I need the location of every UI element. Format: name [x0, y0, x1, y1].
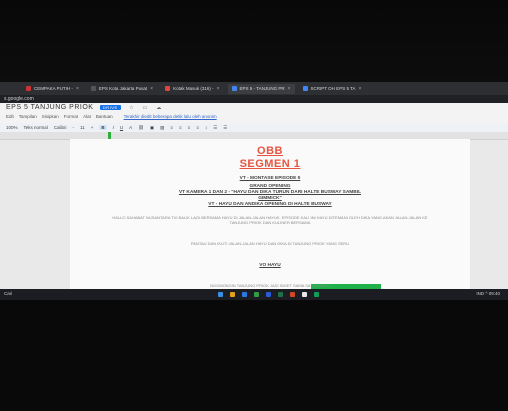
taskbar-search[interactable]: Cari [4, 291, 12, 296]
tab-kotak-masuk[interactable]: Kotak Masuk (316) - × [161, 84, 223, 94]
edge-icon[interactable] [242, 292, 247, 297]
tab-favicon-icon [90, 86, 96, 91]
tab-favicon-icon [26, 86, 31, 91]
chrome-icon[interactable] [302, 292, 307, 297]
menu-bar: Edit Tampilan Sisipkan Format Alat Bantu… [6, 114, 217, 119]
ruler-indent-marker[interactable] [108, 132, 111, 139]
text-color-button[interactable]: A [129, 125, 132, 130]
tab-eps5-tanjung[interactable]: EPS 5 - TANJUNG PR × [227, 83, 295, 94]
address-text: s.google.com [4, 96, 34, 102]
docs-icon [302, 86, 308, 91]
menu-edit[interactable]: Edit [6, 114, 14, 119]
comment-icon[interactable]: ▣ [150, 125, 154, 131]
close-icon[interactable]: × [288, 86, 291, 92]
line-spacing-icon[interactable]: ↕ [205, 125, 207, 130]
mail-icon [165, 86, 171, 91]
align-right-icon[interactable]: ≡ [188, 125, 191, 130]
tab-script[interactable]: SCRIPT OH EPS 5 TA × [299, 84, 366, 94]
powerpoint-icon[interactable] [290, 292, 295, 297]
document-page[interactable]: OBB SEGMEN 1 VT - MONTASE EPISODE 5 GRAN… [70, 139, 470, 289]
align-center-icon[interactable]: ≡ [179, 125, 182, 130]
doc-title[interactable]: EPS 5 TANJUNG PRIOK [6, 104, 93, 111]
vo-hayu-line: VO HAYU [259, 263, 281, 268]
taskbar-app-icon[interactable] [218, 292, 223, 297]
word-icon[interactable] [266, 292, 271, 297]
formatting-toolbar: 100% Teks normal Calibri - 11 + B I U A … [0, 123, 508, 132]
doc-title-row: EPS 5 TANJUNG PRIOK DRIVE ☆ ▭ ☁ [6, 104, 162, 111]
tab-label: Kotak Masuk (316) - [173, 86, 214, 91]
browser-tab-bar: CEMPAKA PUTIH - × EPS Kota Jakarta Pusat ×… [0, 82, 508, 95]
image-icon[interactable]: ▨ [160, 125, 164, 131]
paragraph-follow: PANTAU DAN IKUTI JALAN-JALAN HAYU DAN DI… [190, 241, 350, 246]
docs-header: EPS 5 TANJUNG PRIOK DRIVE ☆ ▭ ☁ Edit Tam… [0, 103, 508, 123]
font-size-decrease-button[interactable]: - [73, 125, 75, 130]
drive-badge[interactable]: DRIVE [99, 104, 121, 110]
style-select[interactable]: Teks normal [24, 125, 48, 130]
close-icon[interactable]: × [76, 86, 79, 92]
close-icon[interactable]: × [217, 86, 220, 92]
tab-label: EPS 5 - TANJUNG PR [239, 86, 285, 91]
menu-format[interactable]: Format [64, 114, 78, 119]
numbered-list-icon[interactable]: ☰ [213, 125, 217, 131]
bullet-list-icon[interactable]: ☰ [223, 125, 227, 131]
vt-kamera-line: VT KAMERA 1 DAN 2 - "HAYU DAN DIKA TURUN… [178, 190, 362, 195]
close-icon[interactable]: × [359, 86, 362, 92]
tab-label: CEMPAKA PUTIH - [34, 86, 73, 91]
menu-sisipkan[interactable]: Sisipkan [42, 114, 59, 119]
move-folder-icon[interactable]: ▭ [143, 105, 148, 111]
italic-button[interactable]: I [113, 125, 114, 130]
tab-eps-kota[interactable]: EPS Kota Jakarta Pusat × [87, 84, 157, 94]
os-taskbar: Cari IND ^ 09:40 [0, 289, 508, 300]
gimmick-line: GIMMICK" [258, 196, 282, 201]
heading-segmen: SEGMEN 1 [239, 158, 301, 170]
menu-tampilan[interactable]: Tampilan [19, 114, 37, 119]
last-visible-line: NGOMONGIN TANJUNG PRIOK JADI INGET SAMA … [210, 283, 330, 288]
align-left-icon[interactable]: ≡ [170, 125, 173, 130]
monitor-bezel [0, 0, 508, 82]
zoom-select[interactable]: 100% [6, 125, 18, 130]
star-icon[interactable]: ☆ [129, 105, 134, 111]
heading-obb: OBB [257, 145, 283, 157]
desk-surface [0, 300, 508, 411]
docs-icon [231, 86, 237, 91]
system-tray[interactable]: IND ^ 09:40 [476, 291, 500, 296]
font-size-input[interactable]: 11 [80, 125, 85, 130]
tab-cempaka-putih[interactable]: CEMPAKA PUTIH - × [22, 84, 83, 94]
last-edit-status[interactable]: Terakhir diedit beberapa detik lalu oleh… [124, 114, 217, 119]
font-select[interactable]: Calibri [54, 125, 67, 130]
tab-label: EPS Kota Jakarta Pusat [98, 86, 148, 91]
bold-button[interactable]: B [99, 125, 107, 130]
close-icon[interactable]: × [150, 86, 153, 92]
grand-opening-line: GRAND OPENING [249, 184, 291, 189]
font-size-increase-button[interactable]: + [91, 125, 94, 130]
paragraph-intro: HALLO SAHABAT NUSANTARA TVI BALIK LAGI B… [112, 215, 428, 225]
screen: CEMPAKA PUTIH - × EPS Kota Jakarta Pusat ×… [0, 82, 508, 300]
address-bar[interactable]: s.google.com [0, 95, 508, 103]
excel-icon[interactable] [278, 292, 283, 297]
align-justify-icon[interactable]: ≡ [196, 125, 199, 130]
folder-icon[interactable] [230, 292, 235, 297]
vt-hayu-line: VT - HAYU DAN ANDIKA OPENING DI HALTE BU… [208, 202, 332, 207]
link-icon[interactable]: ⛓ [138, 125, 144, 131]
cloud-icon: ☁ [156, 105, 162, 111]
menu-alat[interactable]: Alat [83, 114, 91, 119]
vt-montase-line: VT - MONTASE EPISODE 5 [239, 176, 301, 181]
menu-bantuan[interactable]: Bantuan [96, 114, 113, 119]
tab-label: SCRIPT OH EPS 5 TA [310, 86, 356, 91]
store-icon[interactable] [254, 292, 259, 297]
underline-button[interactable]: U [120, 125, 123, 130]
app-icon[interactable] [314, 292, 319, 297]
